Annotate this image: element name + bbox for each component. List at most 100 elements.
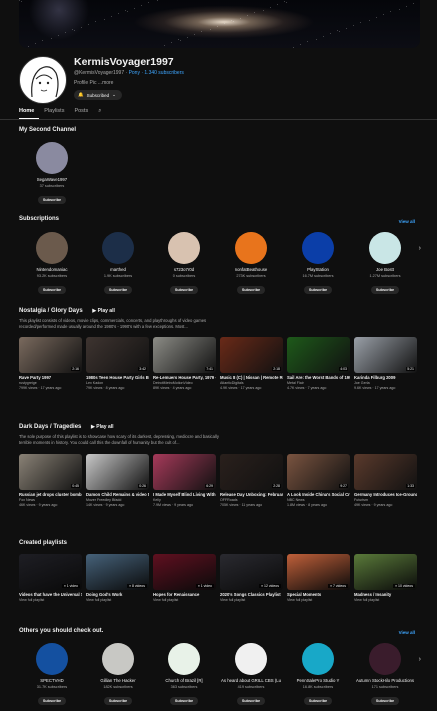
video-title[interactable]: Germany Introduces Ice-Ground Traffic Li… [354, 492, 417, 497]
playlist-thumbnail[interactable]: ≡ 8 videos [86, 554, 149, 590]
playlist-card[interactable]: ≡ 1 video Videos that have the Universal … [19, 554, 82, 602]
view-full-playlist-link[interactable]: View full playlist [19, 598, 82, 602]
view-full-playlist-link[interactable]: View full playlist [220, 598, 283, 602]
video-title[interactable]: Sail Are: the Worst Bands of 1997 (World… [287, 375, 350, 380]
subscriber-count[interactable]: Pony · 1.340 subscribers [129, 70, 184, 76]
video-thumbnail[interactable]: 7:41 [153, 337, 216, 373]
playlist-thumbnail[interactable]: ≡ 7 videos [287, 554, 350, 590]
video-title[interactable]: Damon Child Remains & video through phon… [86, 492, 149, 497]
video-title[interactable]: I Made Myself Blind Living With BND [153, 492, 216, 497]
channel-card[interactable]: s723o7r0d 0 subscribers Subscribe [154, 232, 214, 296]
video-card[interactable]: 1:33 Germany Introduces Ice-Ground Traffi… [354, 454, 417, 507]
video-title[interactable]: 1980s Teen House Party Girls Boston (TVD… [86, 375, 149, 380]
playlist-card[interactable]: ≡ 12 videos 2020's Songs Classics Playlis… [220, 554, 283, 602]
video-thumbnail[interactable]: 4:03 [287, 337, 350, 373]
video-thumbnail[interactable]: 2:28 [220, 454, 283, 490]
subscribe-button[interactable]: Subscribe [303, 697, 333, 705]
video-channel[interactable]: Joe Gerla [354, 381, 417, 385]
tab-posts[interactable]: Posts [74, 108, 88, 115]
playlist-card[interactable]: ≡ 10 videos Madness / Insanity View full p… [354, 554, 417, 602]
chevron-right-icon[interactable]: › [419, 245, 421, 252]
channel-card[interactable]: Joe Bostt 1.27M subscribers Subscribe [355, 232, 415, 296]
tab-playlists[interactable]: Playlists [44, 108, 64, 115]
playlist-card[interactable]: ≡ 7 videos Special Moments View full playl… [287, 554, 350, 602]
video-channel[interactable]: Metal Flair [287, 381, 350, 385]
video-channel[interactable]: DetroitMetroMotionVideo [153, 381, 216, 385]
subscribe-button[interactable]: Subscribe [169, 697, 199, 705]
video-channel[interactable]: NBC News [287, 498, 350, 502]
video-title[interactable]: Karinda Filburg 2009 [354, 375, 417, 380]
video-thumbnail[interactable]: 3:42 [86, 337, 149, 373]
channel-description[interactable]: Profile Pic ...more [74, 80, 113, 86]
channel-card[interactable]: Gillian The Hacker 182K subscribers Subscr… [88, 643, 148, 707]
playlist-title[interactable]: Special Moments [287, 592, 350, 597]
subscribe-button[interactable]: Subscribe [37, 697, 67, 705]
channel-card[interactable]: SegaWave1997 37 subscribers Subscribe [22, 142, 82, 206]
subscribe-button[interactable]: Subscribe [103, 286, 133, 294]
video-thumbnail[interactable]: 0:26 [86, 454, 149, 490]
channel-card[interactable]: PlayStation 16.7M subscribers Subscribe [288, 232, 348, 296]
subscribe-button[interactable]: Subscribe [370, 697, 400, 705]
video-card[interactable]: 7:41 Re-Lemuers House Party, 1979 - Demo … [153, 337, 216, 390]
video-thumbnail[interactable]: 1:33 [354, 454, 417, 490]
channel-card[interactable]: Autumn StockHilo Productions 171 subscrib… [355, 643, 415, 707]
channel-card[interactable]: As heard about GRILL CBS (Lundre 419 subs… [221, 643, 281, 707]
playlist-card[interactable]: ≡ 8 videos Doing God's Work View full play… [86, 554, 149, 602]
playlist-thumbnail[interactable]: ≡ 12 videos [220, 554, 283, 590]
video-thumbnail[interactable]: 5:21 [354, 337, 417, 373]
video-card[interactable]: 9:27 A Look Inside China's Social Credit … [287, 454, 350, 507]
video-title[interactable]: Music 8 (C) | Nissan | Remote Roads 1996 [220, 375, 283, 380]
video-channel[interactable]: Kelly [153, 498, 216, 502]
search-icon[interactable]: ⌕ [98, 108, 101, 115]
video-card[interactable]: 2:16 Rave Party 1997 rustygreige 799K views… [19, 337, 82, 390]
playlist-title[interactable]: Madness / Insanity [354, 592, 417, 597]
playlist-thumbnail[interactable]: ≡ 1 video [153, 554, 216, 590]
video-title[interactable]: Rave Party 1997 [19, 375, 82, 380]
video-channel[interactable]: rustygreige [19, 381, 82, 385]
channel-card[interactable]: Church of Brazil [R] 363 subscribers Subsc… [154, 643, 214, 707]
playlist-title[interactable]: Videos that have the Universal S in It [19, 592, 82, 597]
tab-home[interactable]: Home [19, 108, 34, 115]
subscribe-button[interactable]: Subscribe [103, 697, 133, 705]
channel-card[interactable]: marthed 1.9K subscribers Subscribe [88, 232, 148, 296]
view-full-playlist-link[interactable]: View full playlist [86, 598, 149, 602]
video-title[interactable]: Release Day Unboxing: February 11, 2014 … [220, 492, 283, 497]
video-card[interactable]: 4:03 Sail Are: the Worst Bands of 1997 (W… [287, 337, 350, 390]
video-card[interactable]: 3:42 1980s Teen House Party Girls Boston … [86, 337, 149, 390]
video-thumbnail[interactable]: 9:27 [287, 454, 350, 490]
video-card[interactable]: 2:18 Music 8 (C) | Nissan | Remote Roads … [220, 337, 283, 390]
subscribe-button[interactable]: Subscribe [37, 196, 67, 204]
video-title[interactable]: A Look Inside China's Social Credit Syst… [287, 492, 350, 497]
view-all-link[interactable]: View all [399, 219, 415, 224]
video-thumbnail[interactable]: 0:45 [19, 454, 82, 490]
subscribe-button[interactable]: Subscribe [169, 286, 199, 294]
video-channel[interactable]: Futurism [354, 498, 417, 502]
video-channel[interactable]: AtlanticDigitals [220, 381, 283, 385]
video-thumbnail[interactable]: 6:29 [153, 454, 216, 490]
video-card[interactable]: 0:45 Russian jet drops cluster bombs on A… [19, 454, 82, 507]
video-card[interactable]: 5:21 Karinda Filburg 2009 Joe Gerla 9.6K vi… [354, 337, 417, 390]
playlist-title[interactable]: 2020's Songs Classics Playlist [220, 592, 283, 597]
video-thumbnail[interactable]: 2:18 [220, 337, 283, 373]
playlist-thumbnail[interactable]: ≡ 1 video [19, 554, 82, 590]
video-channel[interactable]: Fox News [19, 498, 82, 502]
subscribe-button[interactable]: Subscribe [303, 286, 333, 294]
video-channel[interactable]: Mozer Freedley Bfadd [86, 498, 149, 502]
video-card[interactable]: 2:28 Release Day Unboxing: February 11, 2… [220, 454, 283, 507]
playlist-title[interactable]: Doing God's Work [86, 592, 149, 597]
chevron-right-icon[interactable]: › [419, 656, 421, 663]
video-thumbnail[interactable]: 2:16 [19, 337, 82, 373]
play-all-button[interactable]: ▶ Play all [92, 308, 114, 314]
channel-card[interactable]: Nintendomaniac 93.2K subscribers Subscribe [22, 232, 82, 296]
view-all-link[interactable]: View all [399, 630, 415, 635]
video-card[interactable]: 0:26 Damon Child Remains & video through … [86, 454, 149, 507]
video-title[interactable]: Re-Lemuers House Party, 1979 - Demo Film… [153, 375, 216, 380]
subscribe-button[interactable]: Subscribe [37, 286, 67, 294]
playlist-title[interactable]: Hopes for Renaissance [153, 592, 216, 597]
playlist-card[interactable]: ≡ 1 video Hopes for Renaissance View full … [153, 554, 216, 602]
playlist-thumbnail[interactable]: ≡ 10 videos [354, 554, 417, 590]
video-channel[interactable]: OFFRoads [220, 498, 283, 502]
channel-card[interactable]: PennSalePro Studio Y 16.8K subscribers Sub… [288, 643, 348, 707]
play-all-button[interactable]: ▶ Play all [91, 424, 113, 430]
subscribe-button[interactable]: Subscribe [236, 286, 266, 294]
